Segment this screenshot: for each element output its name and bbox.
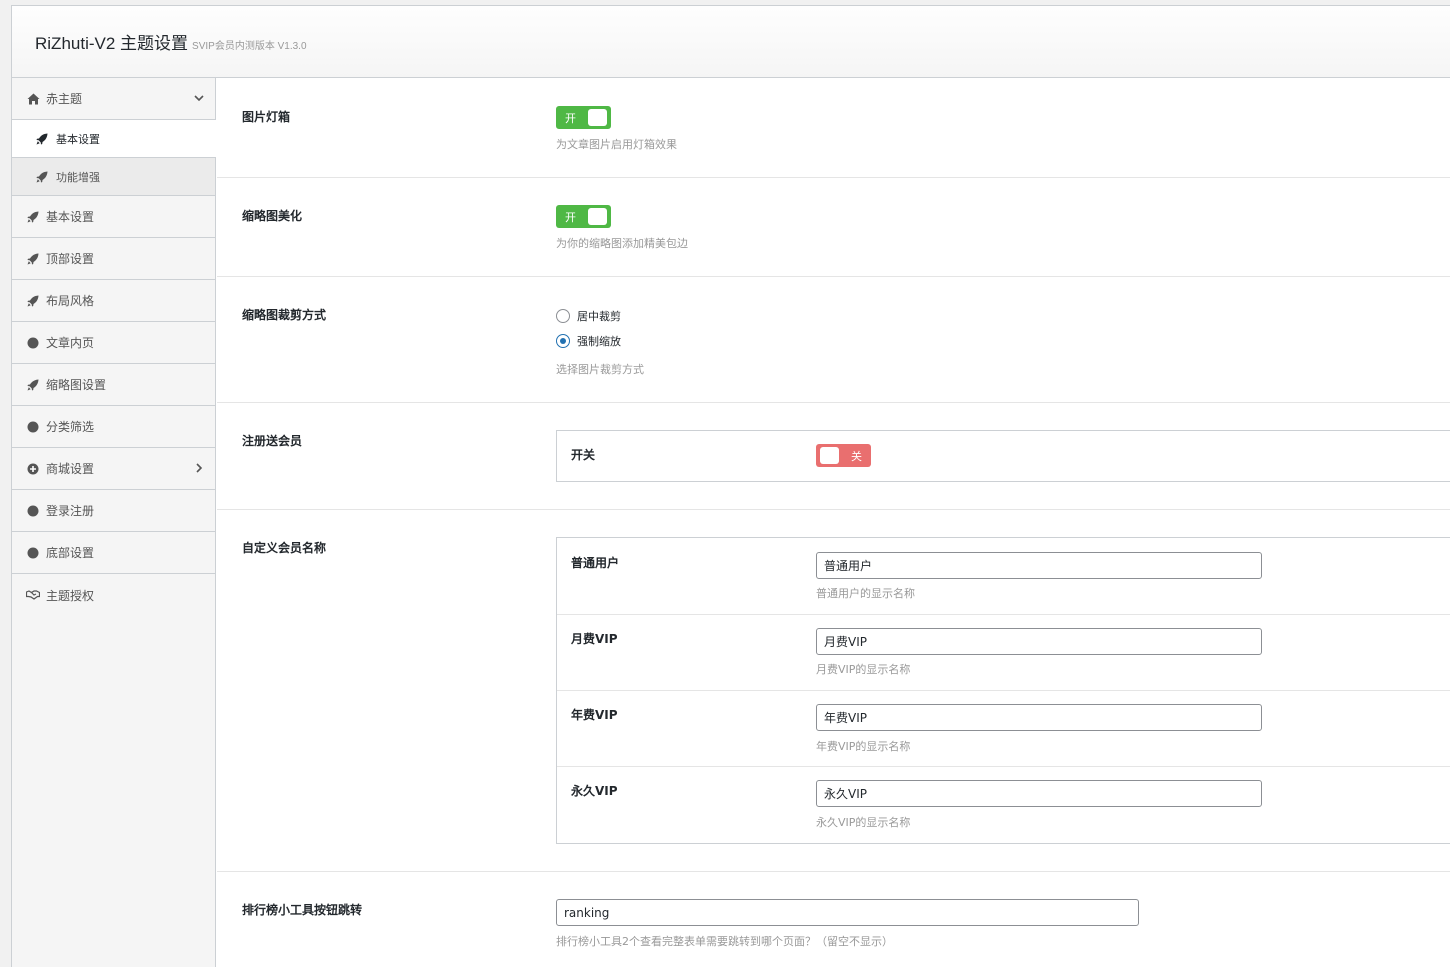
switch-label: 关 [851, 450, 862, 463]
radio-label: 居中裁剪 [577, 310, 621, 323]
sidebar-item-article[interactable]: 文章内页 [12, 322, 215, 364]
sidebar-item-layout[interactable]: 布局风格 [12, 280, 215, 322]
switch-knob [588, 109, 607, 126]
plus-circle-icon [26, 462, 40, 476]
sub-field-label: 开关 [571, 448, 596, 462]
lightbox-switch[interactable]: 开 [556, 106, 611, 129]
sidebar-subitem-basic[interactable]: 基本设置 [12, 120, 216, 158]
field-thumb-crop: 缩略图裁剪方式 居中裁剪 强制缩放 选择图片裁剪方式 [217, 277, 1450, 403]
field-description: 为你的缩略图添加精美包边 [556, 237, 688, 250]
vip-name-input-monthly[interactable] [816, 628, 1262, 655]
vip-name-input-lifetime[interactable] [816, 780, 1262, 807]
sidebar-item-label: 底部设置 [46, 546, 95, 560]
rocket-icon [36, 133, 48, 145]
field-label: 缩略图美化 [242, 209, 303, 223]
rocket-icon [36, 171, 48, 183]
settings-content: 图片灯箱 开 为文章图片启用灯箱效果 缩略图美化 开 为你的缩略图添加精美包边 … [217, 78, 1450, 967]
sidebar-item-label: 基本设置 [46, 210, 95, 224]
rocket-icon [26, 210, 40, 224]
circle-icon [26, 336, 40, 350]
handshake-icon [26, 588, 40, 602]
sub-field-label: 月费VIP [571, 632, 618, 646]
field-label: 图片灯箱 [242, 110, 291, 124]
sidebar-item-thumbnail[interactable]: 缩略图设置 [12, 364, 215, 406]
sub-field-description: 普通用户的显示名称 [816, 587, 915, 600]
radio-button[interactable] [556, 309, 570, 323]
switch-knob [588, 208, 607, 225]
rocket-icon [26, 294, 40, 308]
field-label: 排行榜小工具按钮跳转 [242, 903, 363, 917]
sub-field-label: 年费VIP [571, 708, 618, 722]
radio-label: 强制缩放 [577, 335, 621, 348]
radio-option-center-crop[interactable]: 居中裁剪 [556, 308, 621, 324]
switch-label: 开 [565, 211, 576, 224]
thumb-beautify-switch[interactable]: 开 [556, 205, 611, 228]
chevron-right-icon [196, 463, 203, 473]
sidebar-subitem-label: 功能增强 [56, 170, 100, 184]
version-label: SVIP会员内测版本 V1.3.0 [192, 41, 307, 52]
field-label: 自定义会员名称 [242, 541, 327, 555]
sidebar-item-label: 分类筛选 [46, 420, 95, 434]
field-description: 为文章图片启用灯箱效果 [556, 138, 677, 151]
vip-name-row: 普通用户 普通用户的显示名称 [557, 538, 1450, 615]
circle-icon [26, 420, 40, 434]
field-description: 排行榜小工具2个查看完整表单需要跳转到哪个页面？（留空不显示） [556, 935, 893, 948]
vip-name-input-regular[interactable] [816, 552, 1262, 579]
field-lightbox: 图片灯箱 开 为文章图片启用灯箱效果 [217, 78, 1450, 178]
field-description: 选择图片裁剪方式 [556, 363, 644, 376]
sub-field-label: 普通用户 [571, 556, 620, 570]
sidebar-item-theme[interactable]: 赤主题 [12, 78, 215, 120]
rocket-icon [26, 252, 40, 266]
sidebar-item-login[interactable]: 登录注册 [12, 490, 215, 532]
sidebar-item-top[interactable]: 顶部设置 [12, 238, 215, 280]
sidebar-item-label: 文章内页 [46, 336, 95, 350]
field-label: 缩略图裁剪方式 [242, 308, 327, 322]
rocket-icon [26, 378, 40, 392]
sidebar-subitem-label: 基本设置 [56, 132, 100, 146]
sidebar-item-label: 主题授权 [46, 588, 95, 603]
field-thumb-beautify: 缩略图美化 开 为你的缩略图添加精美包边 [217, 178, 1450, 277]
field-label: 注册送会员 [242, 434, 303, 448]
field-vip-names: 自定义会员名称 普通用户 普通用户的显示名称 月费VIP 月费VIP的显示名称 … [217, 510, 1450, 872]
chevron-down-icon [194, 95, 204, 102]
sidebar-subitem-enhance[interactable]: 功能增强 [12, 158, 215, 196]
panel-header: RiZhuti-V2 主题设置 SVIP会员内测版本 V1.3.0 [12, 6, 1450, 78]
sub-field-description: 年费VIP的显示名称 [816, 740, 911, 753]
sidebar-item-category[interactable]: 分类筛选 [12, 406, 215, 448]
radio-option-force-scale[interactable]: 强制缩放 [556, 333, 621, 349]
sidebar-item-label: 布局风格 [46, 294, 95, 308]
sub-field-label: 永久VIP [571, 784, 618, 798]
sidebar-item-shop[interactable]: 商城设置 [12, 448, 215, 490]
circle-icon [26, 504, 40, 518]
sidebar-item-footer[interactable]: 底部设置 [12, 532, 215, 574]
sub-field-description: 永久VIP的显示名称 [816, 816, 911, 829]
settings-panel: RiZhuti-V2 主题设置 SVIP会员内测版本 V1.3.0 赤主题 基本设… [11, 5, 1450, 967]
sidebar-item-license[interactable]: 主题授权 [12, 574, 215, 616]
home-icon [26, 92, 40, 106]
vip-name-row: 年费VIP 年费VIP的显示名称 [557, 691, 1450, 767]
switch-label: 开 [565, 112, 576, 125]
circle-icon [26, 546, 40, 560]
sidebar-item-label: 登录注册 [46, 504, 95, 518]
sidebar-item-label: 缩略图设置 [46, 378, 107, 392]
sidebar-item-label: 商城设置 [46, 462, 95, 476]
register-vip-switch[interactable]: 关 [816, 444, 871, 467]
vip-names-fieldset: 普通用户 普通用户的显示名称 月费VIP 月费VIP的显示名称 年费VIP 年费… [556, 537, 1450, 844]
sub-field-description: 月费VIP的显示名称 [816, 663, 911, 676]
register-vip-fieldset: 开关 关 [556, 430, 1450, 482]
vip-name-row: 永久VIP 永久VIP的显示名称 [557, 767, 1450, 843]
field-register-vip: 注册送会员 开关 关 [217, 403, 1450, 510]
switch-knob [820, 447, 839, 464]
sidebar-item-label: 顶部设置 [46, 252, 95, 266]
vip-name-input-yearly[interactable] [816, 704, 1262, 731]
ranking-page-input[interactable] [556, 899, 1139, 926]
radio-button[interactable] [556, 334, 570, 348]
page-title: RiZhuti-V2 主题设置 SVIP会员内测版本 V1.3.0 [35, 34, 307, 53]
field-ranking: 排行榜小工具按钮跳转 排行榜小工具2个查看完整表单需要跳转到哪个页面？（留空不显… [217, 872, 1450, 967]
sidebar-nav: 赤主题 基本设置 功能增强 基本设置 顶部设置 布局风格 文章内页 缩略图设置 … [12, 78, 216, 967]
sidebar-item-label: 赤主题 [46, 92, 83, 106]
vip-name-row: 月费VIP 月费VIP的显示名称 [557, 615, 1450, 691]
sidebar-item-basic[interactable]: 基本设置 [12, 196, 215, 238]
